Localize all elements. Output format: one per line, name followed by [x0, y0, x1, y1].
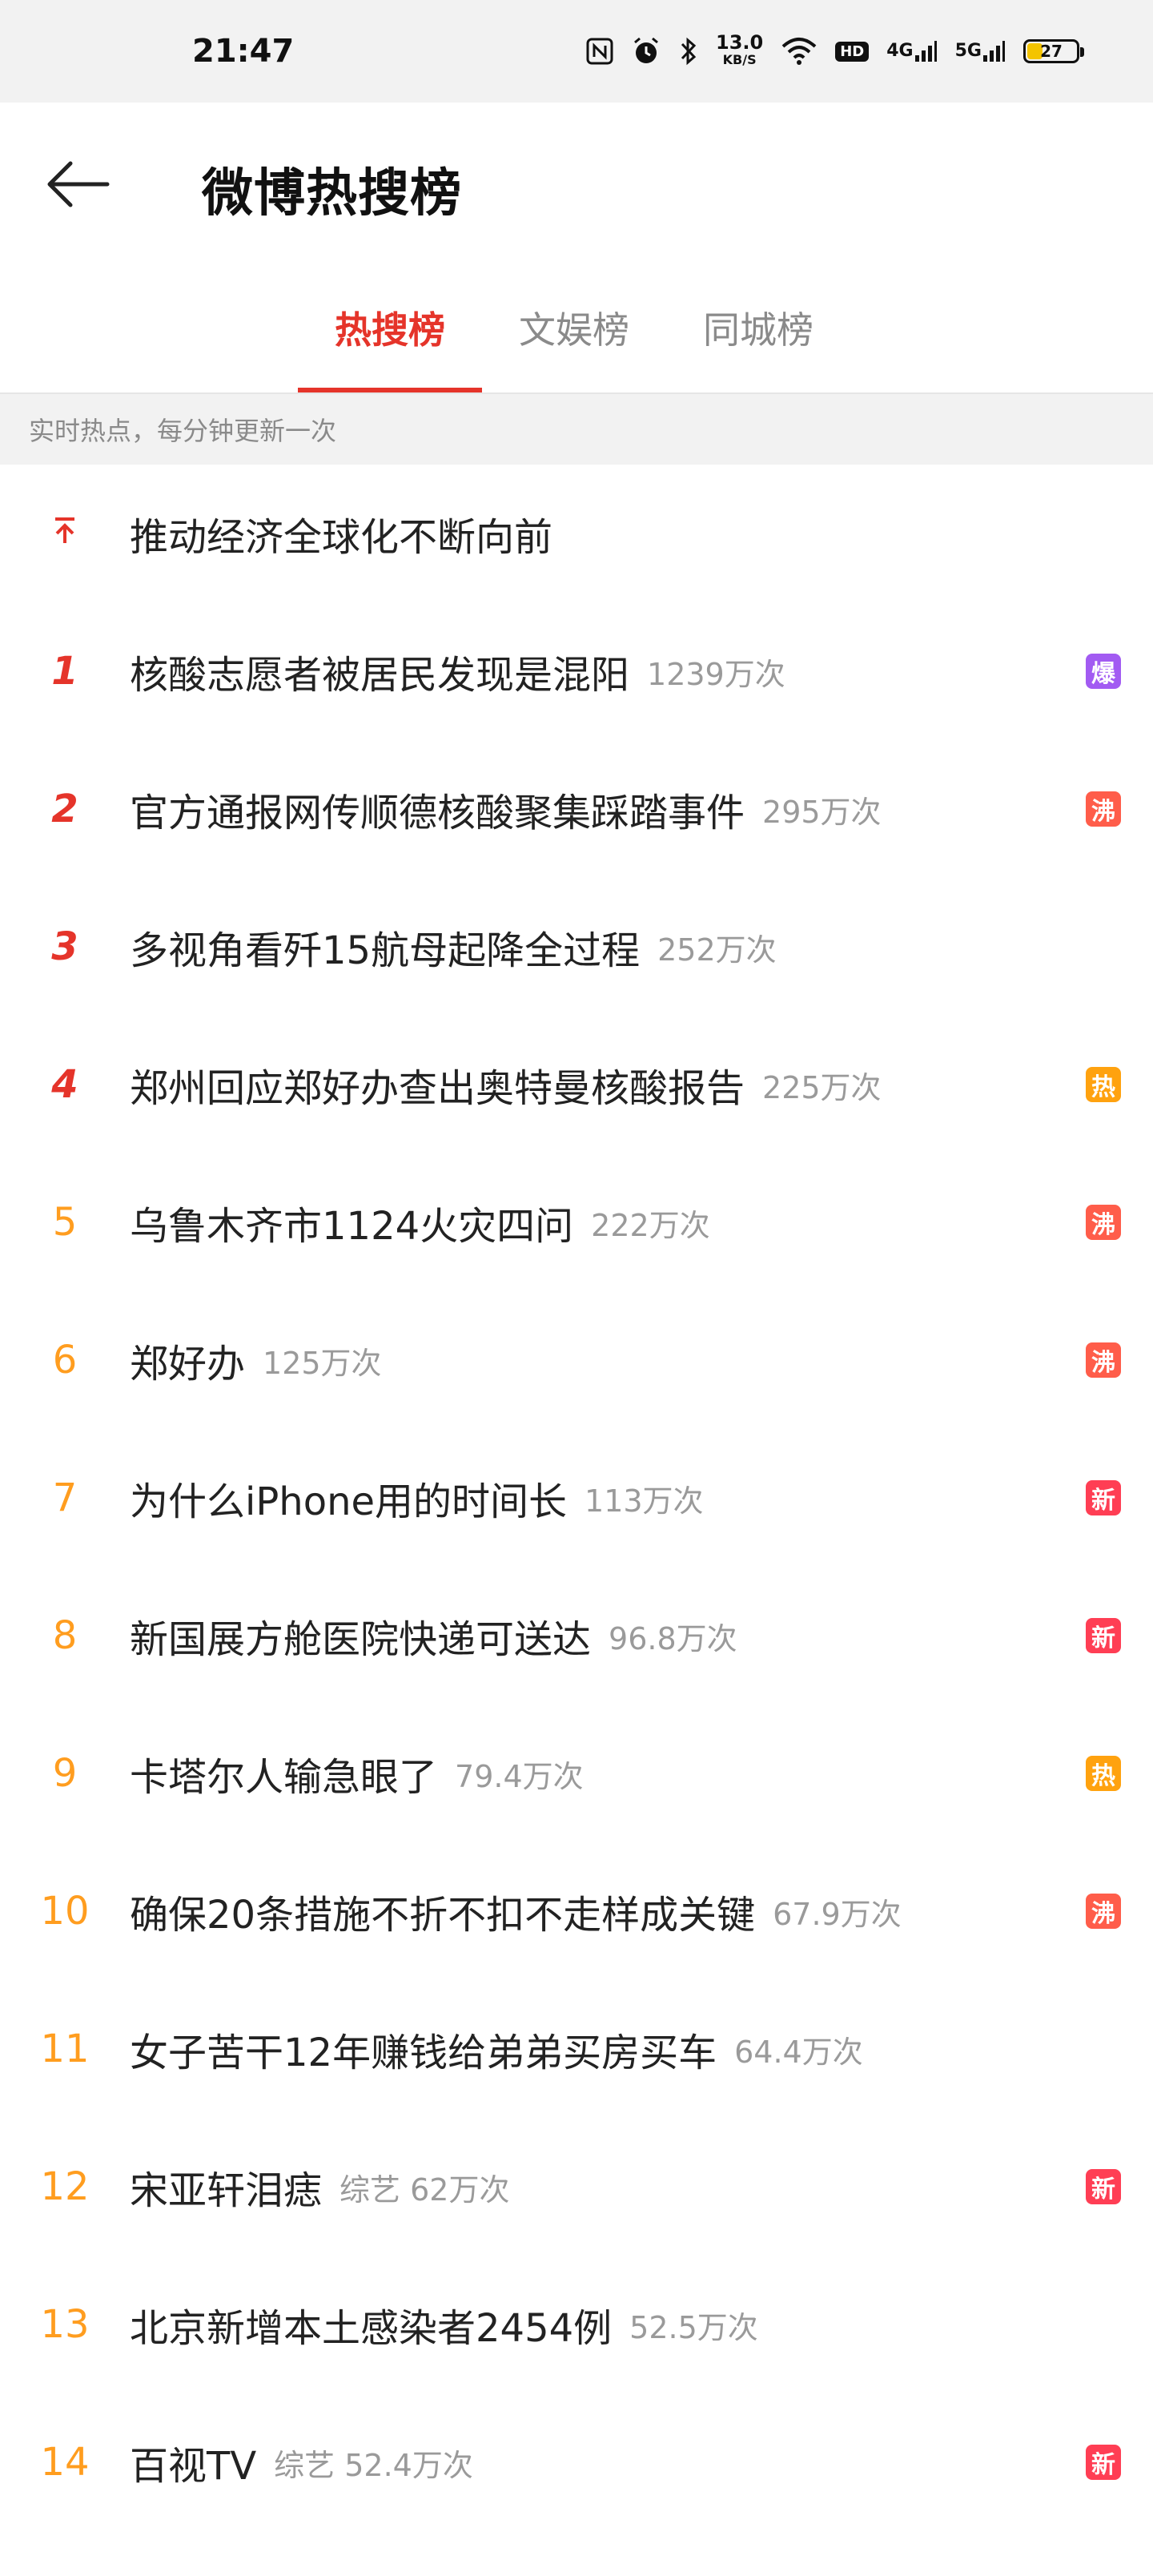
list-item[interactable]: 3 多视角看歼15航母起降全过程 252万次 [0, 878, 1153, 1016]
item-rank: 13 [40, 2302, 90, 2347]
item-title: 北京新增本土感染者2454例 [130, 2306, 613, 2351]
badge-new: 新 [1086, 1480, 1121, 1515]
item-count: 52.5万次 [629, 2309, 758, 2345]
page-title: 微博热搜榜 [202, 164, 462, 223]
item-title: 乌鲁木齐市1124火灾四问 [130, 1204, 574, 1249]
list-item[interactable]: 7 为什么iPhone用的时间长 113万次 新 [0, 1429, 1153, 1567]
tab-hot-search[interactable]: 热搜榜 [298, 263, 482, 392]
battery-icon: 27 [1023, 39, 1084, 63]
item-title: 为什么iPhone用的时间长 [130, 1479, 568, 1524]
signal-5g-icon: 5G [955, 39, 1006, 63]
item-title: 郑州回应郑好办查出奥特曼核酸报告 [130, 1066, 745, 1111]
list-item[interactable]: 10 确保20条措施不折不扣不走样成关键 67.9万次 沸 [0, 1842, 1153, 1980]
list-item[interactable]: 5 乌鲁木齐市1124火灾四问 222万次 沸 [0, 1153, 1153, 1291]
badge-explode: 爆 [1086, 654, 1121, 689]
badge-new: 新 [1086, 1618, 1121, 1653]
item-rank: 2 [51, 787, 78, 831]
item-rank: 14 [40, 2440, 90, 2485]
list-item[interactable]: 12 宋亚轩泪痣 综艺 62万次 新 [0, 2118, 1153, 2256]
hd-badge: HD [835, 41, 870, 62]
item-rank: 12 [40, 2164, 90, 2209]
item-count: 252万次 [657, 932, 777, 968]
list-item[interactable]: 6 郑好办 125万次 沸 [0, 1291, 1153, 1429]
item-title: 女子苦干12年赚钱给弟弟买房买车 [130, 2031, 717, 2075]
tab-entertainment[interactable]: 文娱榜 [482, 263, 666, 392]
badge-new: 新 [1086, 2445, 1121, 2480]
item-title: 卡塔尔人输急眼了 [130, 1755, 438, 1800]
item-rank: 6 [52, 1338, 78, 1383]
item-count: 222万次 [591, 1207, 710, 1243]
item-title: 百视TV [130, 2444, 257, 2489]
badge-hot: 热 [1086, 1067, 1121, 1102]
badge-new: 新 [1086, 2169, 1121, 2204]
list-item[interactable]: 1 核酸志愿者被居民发现是混阳 1239万次 爆 [0, 602, 1153, 740]
item-rank: 11 [40, 2027, 90, 2071]
signal-4g-icon: 4G [886, 39, 937, 63]
badge-boiling: 沸 [1086, 1894, 1121, 1929]
item-title: 新国展方舱医院快递可送达 [130, 1617, 592, 1662]
network-speed: 13.0 KB/S [716, 31, 764, 67]
item-count: 67.9万次 [773, 1896, 902, 1932]
item-title: 宋亚轩泪痣 [130, 2168, 323, 2213]
back-button[interactable] [45, 151, 112, 218]
status-icons: 13.0 KB/S HD 4G 5G 27 [586, 31, 1084, 69]
item-count: 64.4万次 [734, 2034, 863, 2070]
item-count: 125万次 [263, 1345, 382, 1381]
item-count: 295万次 [762, 794, 882, 830]
item-count: 225万次 [762, 1069, 882, 1105]
status-bar: 21:47 13.0 KB/S HD 4G 5G 27 [0, 0, 1153, 103]
item-title: 郑好办 [130, 1342, 246, 1387]
item-rank: 3 [51, 924, 78, 969]
badge-boiling: 沸 [1086, 1342, 1121, 1378]
item-title: 推动经济全球化不断向前 [130, 515, 553, 560]
list-item[interactable]: 11 女子苦干12年赚钱给弟弟买房买车 64.4万次 [0, 1980, 1153, 2118]
arrow-left-icon [47, 161, 110, 207]
item-count: 113万次 [585, 1483, 704, 1519]
item-count: 79.4万次 [455, 1758, 584, 1794]
badge-hot: 热 [1086, 1756, 1121, 1791]
item-count: 1239万次 [647, 656, 785, 692]
bluetooth-icon [679, 36, 698, 66]
item-count: 综艺 52.4万次 [274, 2447, 473, 2483]
item-title: 确保20条措施不折不扣不走样成关键 [130, 1893, 756, 1938]
list-item[interactable]: 9 卡塔尔人输急眼了 79.4万次 热 [0, 1705, 1153, 1842]
item-rank: 9 [52, 1751, 78, 1796]
wifi-icon [781, 37, 818, 66]
alarm-icon [631, 36, 661, 66]
hot-search-list: 推动经济全球化不断向前 1 核酸志愿者被居民发现是混阳 1239万次 爆 2 官… [0, 465, 1153, 2531]
tab-bar: 热搜榜 文娱榜 同城榜 [0, 263, 1153, 392]
list-item[interactable]: 8 新国展方舱医院快递可送达 96.8万次 新 [0, 1567, 1153, 1705]
tab-local[interactable]: 同城榜 [666, 263, 850, 392]
item-rank: 8 [52, 1613, 78, 1658]
item-rank: 10 [40, 1889, 90, 1934]
list-item-pinned[interactable]: 推动经济全球化不断向前 [0, 465, 1153, 602]
item-rank: 5 [52, 1200, 78, 1245]
item-title: 多视角看歼15航母起降全过程 [130, 928, 641, 973]
list-item[interactable]: 14 百视TV 综艺 52.4万次 新 [0, 2393, 1153, 2531]
item-rank: 7 [52, 1475, 78, 1520]
badge-boiling: 沸 [1086, 1205, 1121, 1240]
badge-boiling: 沸 [1086, 791, 1121, 827]
list-item[interactable]: 4 郑州回应郑好办查出奥特曼核酸报告 225万次 热 [0, 1016, 1153, 1153]
item-rank: 1 [51, 649, 78, 694]
list-item[interactable]: 13 北京新增本土感染者2454例 52.5万次 [0, 2256, 1153, 2393]
item-rank: 4 [51, 1062, 78, 1107]
list-item[interactable]: 2 官方通报网传顺德核酸聚集踩踏事件 295万次 沸 [0, 740, 1153, 878]
app-header: 微博热搜榜 [0, 103, 1153, 263]
status-time: 21:47 [192, 33, 295, 70]
item-count: 96.8万次 [609, 1620, 737, 1656]
pin-icon [0, 511, 130, 556]
item-title: 核酸志愿者被居民发现是混阳 [130, 653, 630, 698]
item-title: 官方通报网传顺德核酸聚集踩踏事件 [130, 791, 745, 835]
update-notice: 实时热点，每分钟更新一次 [0, 392, 1153, 465]
item-count: 综艺 62万次 [339, 2171, 510, 2208]
nfc-icon [586, 38, 613, 65]
